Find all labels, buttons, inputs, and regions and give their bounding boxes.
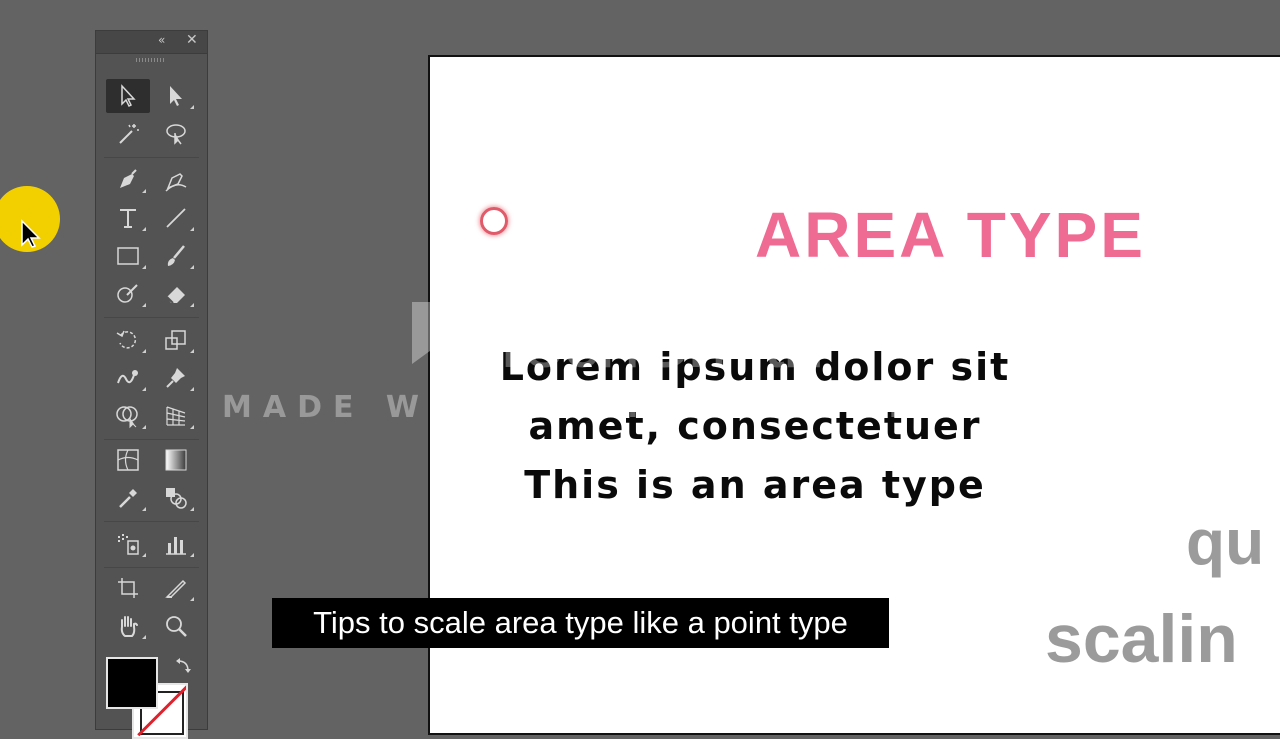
warp-icon: [117, 370, 138, 384]
warp-tool[interactable]: [106, 361, 150, 395]
perspective-grid-icon: [166, 406, 186, 426]
shaper-icon: [117, 284, 138, 303]
eyedropper-tool[interactable]: [106, 481, 150, 515]
artboard-tool[interactable]: [106, 571, 150, 605]
rotate-tool[interactable]: [106, 323, 150, 357]
line-icon: [166, 208, 186, 228]
column-graph-icon: [166, 537, 186, 555]
graph-tool[interactable]: [154, 527, 198, 561]
side-text-fragment-1[interactable]: qu: [1186, 505, 1264, 579]
hand-tool[interactable]: [106, 609, 150, 643]
eraser-tool[interactable]: [154, 277, 198, 311]
symbol-sprayer-icon: [118, 534, 139, 555]
zoom-icon: [166, 616, 187, 637]
magic-wand-icon: [119, 124, 139, 144]
scale-icon: [165, 330, 186, 350]
type-tool[interactable]: [106, 201, 150, 235]
swap-fill-stroke-icon[interactable]: [174, 657, 194, 677]
watermark-text: MADE WITH CAMTASIA FREE TRIAL: [222, 390, 1126, 425]
magic-wand-tool[interactable]: [106, 117, 150, 151]
tools-panel: « ✕: [95, 30, 208, 739]
line-segment-tool[interactable]: [154, 201, 198, 235]
artboard-icon: [118, 578, 138, 598]
side-text-fragment-2[interactable]: scalin: [1045, 600, 1238, 678]
shape-builder-tool[interactable]: [106, 399, 150, 433]
shape-builder-icon: [116, 406, 138, 429]
eraser-icon: [166, 287, 185, 304]
gradient-icon: [165, 449, 187, 471]
panel-grip[interactable]: [136, 58, 166, 62]
curvature-tool[interactable]: [154, 163, 198, 197]
pen-icon: [120, 169, 137, 188]
slice-icon: [165, 579, 187, 598]
paintbrush-icon: [167, 245, 185, 266]
lasso-tool[interactable]: [154, 117, 198, 151]
paintbrush-tool[interactable]: [154, 239, 198, 273]
scale-tool[interactable]: [154, 323, 198, 357]
mesh-tool[interactable]: [106, 443, 150, 477]
collapse-panel-icon[interactable]: «: [158, 33, 165, 47]
eyedropper-icon: [119, 489, 137, 508]
direct-selection-arrow-icon: [170, 86, 182, 106]
rectangle-icon: [117, 247, 139, 265]
rectangle-tool[interactable]: [106, 239, 150, 273]
mouse-pointer-icon: [21, 219, 41, 248]
hand-icon: [120, 616, 138, 637]
shaper-tool[interactable]: [106, 277, 150, 311]
slice-tool[interactable]: [154, 571, 198, 605]
video-caption: Tips to scale area type like a point typ…: [272, 598, 889, 648]
mesh-icon: [117, 449, 139, 471]
perspective-grid-tool[interactable]: [154, 399, 198, 433]
puppet-warp-tool[interactable]: [154, 361, 198, 395]
pin-icon: [166, 368, 185, 388]
gradient-tool[interactable]: [154, 443, 198, 477]
click-indicator: [480, 207, 508, 235]
lasso-icon: [166, 124, 186, 145]
type-icon: [120, 209, 136, 228]
direct-selection-tool[interactable]: [154, 79, 198, 113]
selection-arrow-icon: [121, 84, 136, 108]
watermark-logo: TechSmith: [486, 299, 825, 384]
panel-header[interactable]: « ✕: [96, 31, 207, 54]
zoom-tool[interactable]: [154, 609, 198, 643]
fill-swatch[interactable]: [106, 657, 158, 709]
blend-tool[interactable]: [154, 481, 198, 515]
close-panel-icon[interactable]: ✕: [186, 32, 198, 48]
rotate-icon: [116, 330, 137, 349]
pen-tool[interactable]: [106, 163, 150, 197]
selection-tool[interactable]: [106, 79, 150, 113]
blend-icon: [166, 488, 187, 509]
symbol-sprayer-tool[interactable]: [106, 527, 150, 561]
curvature-pen-icon: [165, 173, 187, 192]
area-type-line-3[interactable]: This is an area type: [440, 463, 1070, 507]
artboard-title[interactable]: AREA TYPE: [755, 198, 1146, 272]
